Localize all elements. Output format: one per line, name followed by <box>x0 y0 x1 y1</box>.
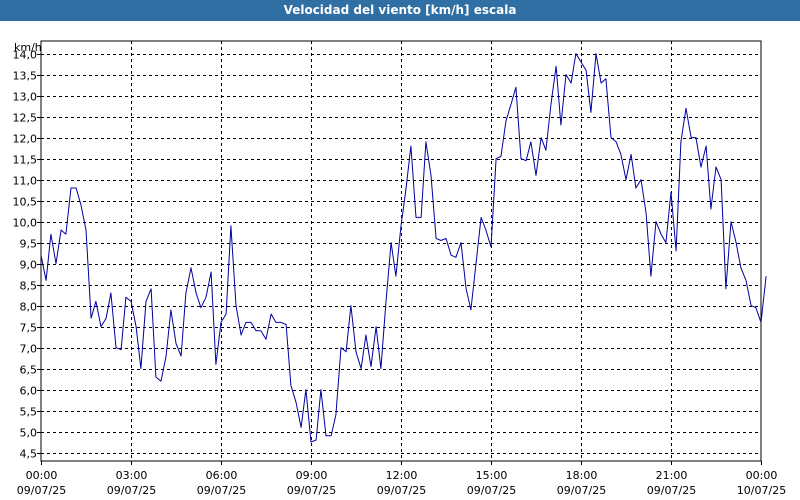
y-tick-label: 12,5 <box>13 112 38 125</box>
y-tick-label: 12,0 <box>13 133 38 146</box>
y-tick-label: 9,5 <box>20 238 38 251</box>
x-tick-date-label: 09/07/25 <box>557 484 606 497</box>
x-tick-date-label: 09/07/25 <box>377 484 426 497</box>
chart-svg: 4,5 5,0 5,5 6,0 6,5 7,0 7,5 8,0 8,5 9,0 9,5 10,0 10,… <box>13 40 786 497</box>
y-axis: 4,5 5,0 5,5 6,0 6,5 7,0 7,5 8,0 8,5 9,0 9,5 10,0 10,… <box>13 49 41 461</box>
x-tick-time-label: 12:00 <box>386 469 418 482</box>
x-tick-time-label: 03:00 <box>116 469 148 482</box>
y-tick-label: 10,5 <box>13 196 38 209</box>
y-tick-label: 4,5 <box>20 448 38 461</box>
y-tick-label: 13,0 <box>13 91 38 104</box>
x-tick-date-label: 09/07/25 <box>197 484 246 497</box>
y-tick-label: 10,0 <box>13 217 38 230</box>
chart-window: Velocidad del viento [km/h] escala 4,5 5,… <box>0 0 800 500</box>
x-tick-time-label: 09:00 <box>296 469 328 482</box>
y-tick-label: 5,0 <box>20 427 38 440</box>
x-tick-date-label: 09/07/25 <box>17 484 66 497</box>
y-tick-label: 7,5 <box>20 322 38 335</box>
y-tick-label: 6,0 <box>20 385 38 398</box>
y-tick-label: 9,0 <box>20 259 38 272</box>
x-tick-time-label: 21:00 <box>656 469 688 482</box>
x-tick-date-label: 09/07/25 <box>647 484 696 497</box>
x-axis: 00:00 09/07/25 03:00 09/07/25 06:00 09/07/25 0… <box>17 461 786 497</box>
x-tick-date-label: 09/07/25 <box>107 484 156 497</box>
y-tick-label: 6,5 <box>20 364 38 377</box>
y-tick-label: 8,0 <box>20 301 38 314</box>
y-axis-label: km/h <box>14 41 42 54</box>
y-tick-label: 7,0 <box>20 343 38 356</box>
x-tick-date-label: 09/07/25 <box>467 484 516 497</box>
x-tick-date-label: 10/07/25 <box>737 484 786 497</box>
x-tick-time-label: 00:00 <box>746 469 778 482</box>
y-tick-label: 8,5 <box>20 280 38 293</box>
y-tick-label: 5,5 <box>20 406 38 419</box>
x-tick-time-label: 00:00 <box>26 469 58 482</box>
x-tick-time-label: 15:00 <box>476 469 508 482</box>
x-tick-time-label: 06:00 <box>206 469 238 482</box>
x-tick-time-label: 18:00 <box>566 469 598 482</box>
x-tick-date-label: 09/07/25 <box>287 484 336 497</box>
y-tick-label: 11,5 <box>13 154 38 167</box>
y-tick-label: 13,5 <box>13 70 38 83</box>
y-tick-label: 11,0 <box>13 175 38 188</box>
